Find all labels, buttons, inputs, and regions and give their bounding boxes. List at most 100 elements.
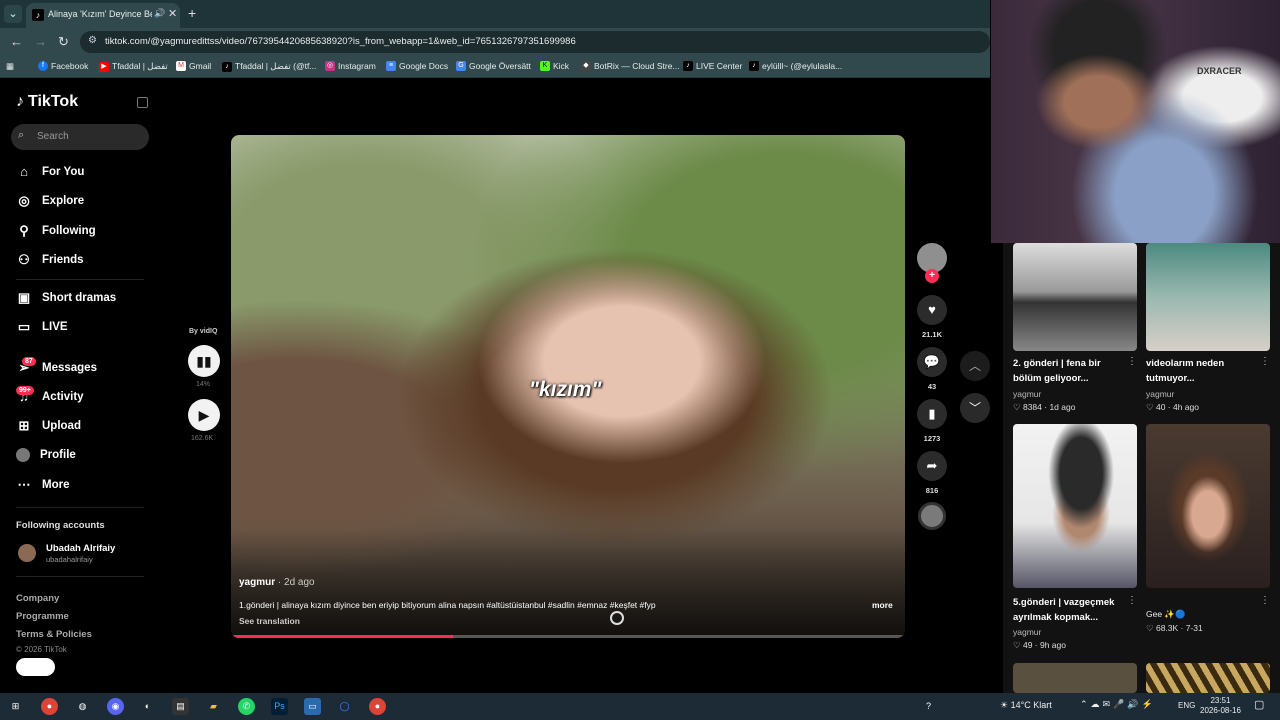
see-translation-link[interactable]: See translation	[239, 616, 300, 626]
recommended-user[interactable]: yagmur	[1013, 389, 1041, 399]
streamlabs-icon[interactable]: ▤	[172, 698, 189, 715]
notification-icon[interactable]: ▢	[1254, 698, 1264, 711]
nav-explore[interactable]: ◎ Explore	[16, 193, 84, 209]
discord-icon[interactable]: ◉	[107, 698, 124, 715]
app-icon[interactable]: ◍	[74, 698, 91, 715]
footer-company[interactable]: Company	[16, 593, 59, 604]
weather-icon: ☀	[1000, 700, 1009, 710]
nav-following[interactable]: ⚲ Following	[16, 223, 95, 239]
weather[interactable]: ☀ 14°C Klart	[1000, 700, 1052, 711]
nav-for-you[interactable]: ⌂ For You	[16, 164, 84, 179]
save-button[interactable]: ▮	[917, 399, 947, 429]
nav-live[interactable]: ▭ LIVE	[16, 319, 68, 335]
like-button[interactable]: ♥	[917, 295, 947, 325]
recommended-user[interactable]: yagmur	[1146, 389, 1174, 399]
photoshop-icon[interactable]: Ps	[271, 698, 288, 715]
audio-playing-icon[interactable]: 🔊	[154, 8, 165, 19]
nav-profile[interactable]: Profile	[16, 448, 76, 462]
footer-terms[interactable]: Terms & Policies	[16, 629, 92, 640]
nav-friends[interactable]: ⚇ Friends	[16, 252, 83, 268]
bookmark-botrix[interactable]: ◆ BotRix — Cloud Stre...	[581, 61, 680, 71]
video-player[interactable]: "kızım" yagmur · 2d ago 1.gönderi | alin…	[231, 135, 905, 638]
bookmark-tfaddal[interactable]: ▶ Tfaddal | تفضل	[99, 61, 168, 72]
folder-icon[interactable]: ▰	[205, 698, 222, 715]
apps-icon[interactable]: ▦	[6, 61, 14, 72]
language-indicator[interactable]: ENG	[1178, 701, 1195, 710]
vidiq-stats-button[interactable]: ▮▮	[188, 345, 220, 377]
help-icon[interactable]: ?	[920, 698, 937, 715]
following-account-name[interactable]: Ubadah Alrifaiy	[46, 543, 115, 554]
clock[interactable]: 23:51 2026-08-16	[1200, 696, 1241, 716]
chevron-up-icon[interactable]: ︿	[960, 351, 990, 381]
botrix-icon: ◆	[581, 61, 591, 71]
bookmark-live-center[interactable]: ♪ LIVE Center	[683, 61, 742, 71]
video-thumbnail[interactable]	[1013, 243, 1137, 351]
bookmark-tfaddal-tiktok[interactable]: ♪ Tfaddal | تفضل (@tf...	[222, 61, 316, 72]
bookmark-google-translate[interactable]: G Google Översätt	[456, 61, 531, 71]
search-input[interactable]: ⌕ Search	[11, 124, 149, 150]
share-button[interactable]: ➦	[917, 451, 947, 481]
more-link[interactable]: more	[872, 600, 893, 610]
close-tab-icon[interactable]: ✕	[168, 7, 177, 20]
video-thumbnail[interactable]	[1013, 424, 1137, 588]
video-progress-handle[interactable]	[610, 611, 624, 625]
recommended-title[interactable]: videolarım neden tutmuyor...	[1146, 356, 1258, 386]
save-count: 1273	[923, 434, 941, 443]
tiktok-logo[interactable]: ♪ TikTok	[16, 93, 78, 111]
vidiq-play-button[interactable]: ▶	[188, 399, 220, 431]
app-icon[interactable]: ◐	[139, 698, 156, 715]
tab-search-icon[interactable]: ⌄	[4, 5, 22, 23]
chrome-icon[interactable]: ●	[369, 698, 386, 715]
recommended-title[interactable]: 5.gönderi | vazgeçmek ayrılmak kopmak...	[1013, 595, 1125, 625]
reload-icon[interactable]: ↻	[58, 34, 69, 50]
nav-short-dramas[interactable]: ▣ Short dramas	[16, 290, 116, 306]
heart-icon: ♥	[928, 302, 936, 317]
video-author[interactable]: yagmur · 2d ago	[239, 577, 315, 588]
people-icon: ⚇	[18, 252, 30, 267]
bookmark-google-docs[interactable]: ≡ Google Docs	[386, 61, 448, 71]
site-info-icon[interactable]: ⚙	[88, 35, 97, 46]
address-toolbar: ← → ↻ ⚙ tiktok.com/@yagmuredittss/video/…	[0, 28, 990, 56]
video-thumbnail[interactable]	[1146, 663, 1270, 693]
app-icon[interactable]: ▭	[304, 698, 321, 715]
nav-upload[interactable]: ⊞ Upload	[16, 418, 81, 434]
music-disc-icon[interactable]	[918, 502, 946, 530]
recommended-user[interactable]: Gee ✨🔵	[1146, 609, 1186, 620]
video-thumbnail[interactable]	[1146, 243, 1270, 351]
recommended-user[interactable]: yagmur	[1013, 627, 1041, 637]
follow-plus-icon[interactable]: +	[925, 269, 939, 283]
back-icon[interactable]: ←	[10, 34, 23, 49]
person-check-icon: ⚲	[19, 223, 29, 238]
collapse-sidebar-icon[interactable]	[137, 97, 148, 108]
extension-pill-icon[interactable]	[16, 658, 55, 676]
more-options-icon[interactable]: ⋮	[1127, 595, 1137, 606]
video-thumbnail[interactable]	[1146, 424, 1270, 588]
address-bar[interactable]: ⚙ tiktok.com/@yagmuredittss/video/767395…	[80, 31, 990, 53]
video-thumbnail[interactable]	[1013, 663, 1137, 693]
bookmark-eylul[interactable]: ♪ eylülll~ (@eylulasla...	[749, 61, 842, 71]
facebook-icon: f	[38, 61, 48, 71]
more-options-icon[interactable]: ⋮	[1127, 356, 1137, 367]
video-progress-bar[interactable]	[231, 635, 905, 638]
translate-icon: G	[456, 61, 466, 71]
nav-more[interactable]: ⋯ More	[16, 477, 70, 493]
chrome-icon[interactable]: ●	[41, 698, 58, 715]
comment-button[interactable]: 💬	[917, 347, 947, 377]
following-account-avatar[interactable]	[18, 544, 36, 562]
app-icon[interactable]: ◯	[336, 698, 353, 715]
chevron-down-icon[interactable]: ﹀	[960, 393, 990, 423]
system-tray-icons[interactable]: ⌃☁✉🎤🔊⚡	[1080, 699, 1156, 710]
start-icon[interactable]: ⊞	[7, 698, 24, 715]
footer-programme[interactable]: Programme	[16, 611, 69, 622]
forward-icon[interactable]: →	[34, 34, 47, 49]
bookmark-instagram[interactable]: ◎ Instagram	[325, 61, 376, 71]
bookmark-kick[interactable]: K Kick	[540, 61, 569, 71]
recommended-title[interactable]: 2. gönderi | fena bir bölüm geliyoor...	[1013, 356, 1125, 386]
browser-tab[interactable]: ♪ Alinaya 'Kızım' Deyince Ben 🔊 ✕	[26, 3, 180, 28]
whatsapp-icon[interactable]: ✆	[238, 698, 255, 715]
more-options-icon[interactable]: ⋮	[1260, 356, 1270, 367]
bookmark-facebook[interactable]: f Facebook	[38, 61, 88, 71]
bookmark-gmail[interactable]: M Gmail	[176, 61, 211, 71]
new-tab-button[interactable]: +	[188, 5, 196, 21]
more-options-icon[interactable]: ⋮	[1260, 595, 1270, 606]
